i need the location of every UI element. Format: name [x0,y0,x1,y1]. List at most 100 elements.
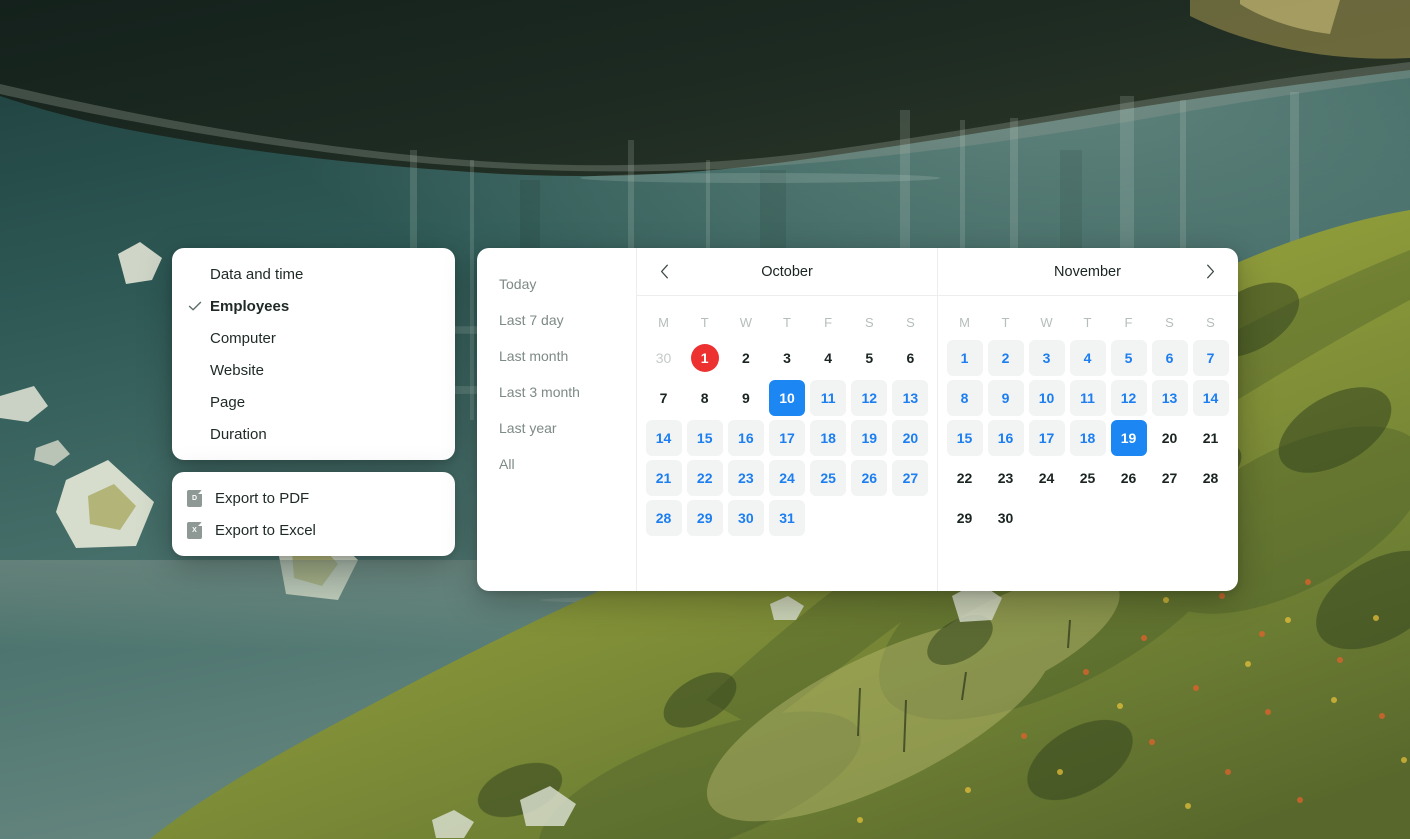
calendar-grid-november: 1 2 3 4 5 6 7 8 9 10 11 12 13 14 15 16 17 18 19 20 21 22 23 24 2… [938,334,1237,536]
excel-file-icon-glyph: X [192,526,197,534]
calendar-day[interactable]: 27 [890,460,931,496]
calendar-day-number: 1 [690,344,719,372]
calendar-day[interactable]: 11 [1067,380,1108,416]
calendar-day[interactable]: 22 [684,460,725,496]
calendar-day[interactable]: 9 [985,380,1026,416]
date-preset-last-month[interactable]: Last month [477,338,636,374]
field-menu-item-page[interactable]: Page [172,386,455,418]
calendar-day[interactable]: 28 [643,500,684,536]
field-menu-item-employees[interactable]: Employees [172,290,455,322]
calendar-day-number: 19 [1110,420,1147,456]
calendar-day[interactable]: 10 [766,380,807,416]
calendar-day[interactable]: 13 [890,380,931,416]
field-menu-item-data-and-time[interactable]: Data and time [172,258,455,290]
calendar-day[interactable]: 23 [985,460,1026,496]
calendar-day[interactable]: 16 [725,420,766,456]
calendar-day[interactable]: 30 [725,500,766,536]
export-menu[interactable]: D Export to PDF X Export to Excel [172,472,455,556]
calendar-week-row: 28 29 30 31 [637,500,937,536]
chevron-left-icon[interactable] [653,261,675,283]
calendar-day[interactable]: 8 [684,380,725,416]
calendar-day[interactable]: 7 [1190,340,1231,376]
calendar-day[interactable]: 2 [985,340,1026,376]
date-preset-today[interactable]: Today [477,266,636,302]
calendar-day[interactable]: 17 [766,420,807,456]
calendar-day-number: 29 [956,510,973,526]
calendar-day[interactable]: 9 [725,380,766,416]
export-to-pdf-item[interactable]: D Export to PDF [172,482,455,514]
field-dropdown-menu[interactable]: Data and time Employees Computer Website [172,248,455,460]
field-menu-item-duration[interactable]: Duration [172,418,455,450]
calendar-day[interactable]: 4 [1067,340,1108,376]
calendar-day[interactable]: 6 [890,340,931,376]
calendar-day[interactable]: 15 [684,420,725,456]
calendar-day-number: 27 [892,460,929,496]
calendar-day[interactable]: 15 [944,420,985,456]
calendar-day-number: 14 [645,420,682,456]
calendar-day[interactable]: 12 [1108,380,1149,416]
calendar-day[interactable]: 1 [684,340,725,376]
calendar-day[interactable]: 20 [890,420,931,456]
calendar-day[interactable]: 1 [944,340,985,376]
calendar-day[interactable]: 30 [985,500,1026,536]
date-preset-last-year[interactable]: Last year [477,410,636,446]
calendar-day[interactable]: 19 [849,420,890,456]
date-preset-last-7-day[interactable]: Last 7 day [477,302,636,338]
calendar-header-october: October [637,248,937,296]
calendar-day[interactable]: 11 [808,380,849,416]
calendar-day[interactable]: 4 [808,340,849,376]
calendar-day[interactable]: 26 [1108,460,1149,496]
calendar-day-number: 15 [946,420,983,456]
calendar-day-empty [1149,500,1190,536]
calendar-day[interactable]: 5 [1108,340,1149,376]
date-preset-list[interactable]: Today Last 7 day Last month Last 3 month Las… [477,248,637,591]
calendar-day-number: 25 [1079,470,1096,486]
calendar-day[interactable]: 28 [1190,460,1231,496]
calendar-day[interactable]: 22 [944,460,985,496]
calendar-day[interactable]: 5 [849,340,890,376]
date-preset-label: Last 7 day [499,312,564,328]
calendar-day[interactable]: 23 [725,460,766,496]
calendar-day[interactable]: 12 [849,380,890,416]
calendar-day[interactable]: 14 [643,420,684,456]
field-menu-item-website[interactable]: Website [172,354,455,386]
export-to-excel-item[interactable]: X Export to Excel [172,514,455,546]
calendar-day[interactable]: 31 [766,500,807,536]
calendar-day[interactable]: 2 [725,340,766,376]
calendar-day[interactable]: 8 [944,380,985,416]
calendar-day[interactable]: 30 [643,340,684,376]
chevron-right-icon[interactable] [1199,261,1221,283]
calendar-day[interactable]: 14 [1190,380,1231,416]
date-preset-all[interactable]: All [477,446,636,482]
calendar-day[interactable]: 3 [1026,340,1067,376]
calendar-week-row: 22 23 24 25 26 27 28 [938,460,1237,496]
calendar-day[interactable]: 18 [1067,420,1108,456]
calendar-week-row: 30 1 2 3 4 5 6 [637,340,937,376]
calendar-day[interactable]: 27 [1149,460,1190,496]
calendar-day[interactable]: 6 [1149,340,1190,376]
calendar-day[interactable]: 29 [944,500,985,536]
calendar-day[interactable]: 10 [1026,380,1067,416]
calendar-day[interactable]: 17 [1026,420,1067,456]
calendar-day[interactable]: 18 [808,420,849,456]
calendar-day[interactable]: 24 [1026,460,1067,496]
pdf-file-icon-glyph: D [191,494,198,502]
field-menu-item-computer[interactable]: Computer [172,322,455,354]
calendar-day[interactable]: 24 [766,460,807,496]
calendar-day-empty [849,500,890,536]
calendar-day[interactable]: 21 [1190,420,1231,456]
date-range-picker[interactable]: Today Last 7 day Last month Last 3 month Las… [477,248,1238,591]
calendar-weekday-row: MTWTFSS [637,310,937,334]
calendar-day[interactable]: 25 [808,460,849,496]
calendar-day[interactable]: 13 [1149,380,1190,416]
calendar-day[interactable]: 26 [849,460,890,496]
calendar-day[interactable]: 25 [1067,460,1108,496]
calendar-day[interactable]: 19 [1108,420,1149,456]
calendar-day[interactable]: 29 [684,500,725,536]
calendar-day[interactable]: 21 [643,460,684,496]
calendar-day[interactable]: 20 [1149,420,1190,456]
date-preset-last-3-month[interactable]: Last 3 month [477,374,636,410]
calendar-day[interactable]: 7 [643,380,684,416]
calendar-day[interactable]: 3 [766,340,807,376]
calendar-day[interactable]: 16 [985,420,1026,456]
